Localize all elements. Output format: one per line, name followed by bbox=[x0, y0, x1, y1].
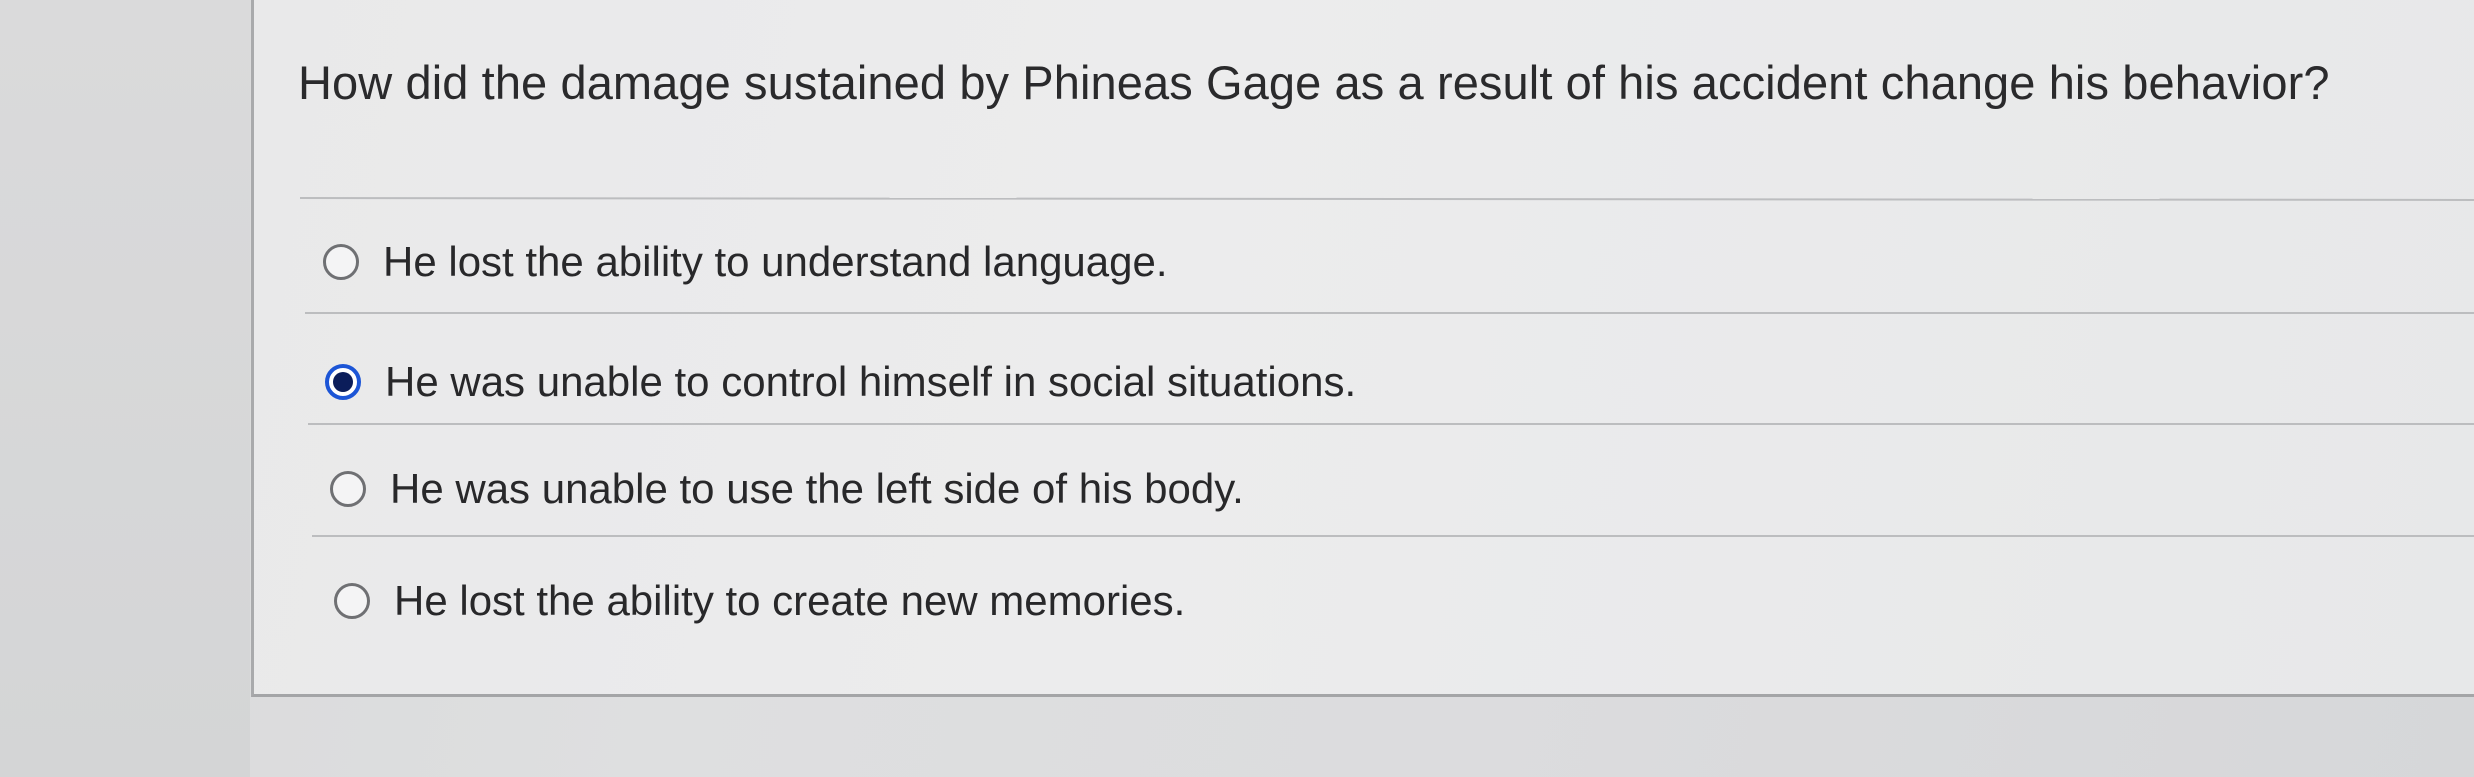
radio-button-icon[interactable] bbox=[323, 244, 359, 280]
question-text: How did the damage sustained by Phineas … bbox=[298, 56, 2330, 109]
option-3[interactable]: He lost the ability to create new memori… bbox=[334, 577, 1185, 625]
option-label: He was unable to control himself in soci… bbox=[385, 358, 1357, 405]
radio-button-icon[interactable] bbox=[330, 471, 366, 507]
option-1[interactable]: He was unable to control himself in soci… bbox=[325, 358, 1356, 406]
option-2[interactable]: He was unable to use the left side of hi… bbox=[330, 465, 1244, 513]
option-label: He was unable to use the left side of hi… bbox=[390, 465, 1244, 512]
option-0[interactable]: He lost the ability to understand langua… bbox=[323, 238, 1168, 286]
option-divider bbox=[312, 535, 2474, 537]
option-label: He lost the ability to create new memori… bbox=[394, 577, 1186, 624]
option-label: He lost the ability to understand langua… bbox=[383, 238, 1168, 285]
radio-button-icon[interactable] bbox=[325, 364, 361, 400]
radio-button-icon[interactable] bbox=[334, 583, 370, 619]
option-divider bbox=[305, 312, 2474, 314]
option-divider bbox=[308, 423, 2474, 425]
page-background bbox=[0, 0, 250, 777]
